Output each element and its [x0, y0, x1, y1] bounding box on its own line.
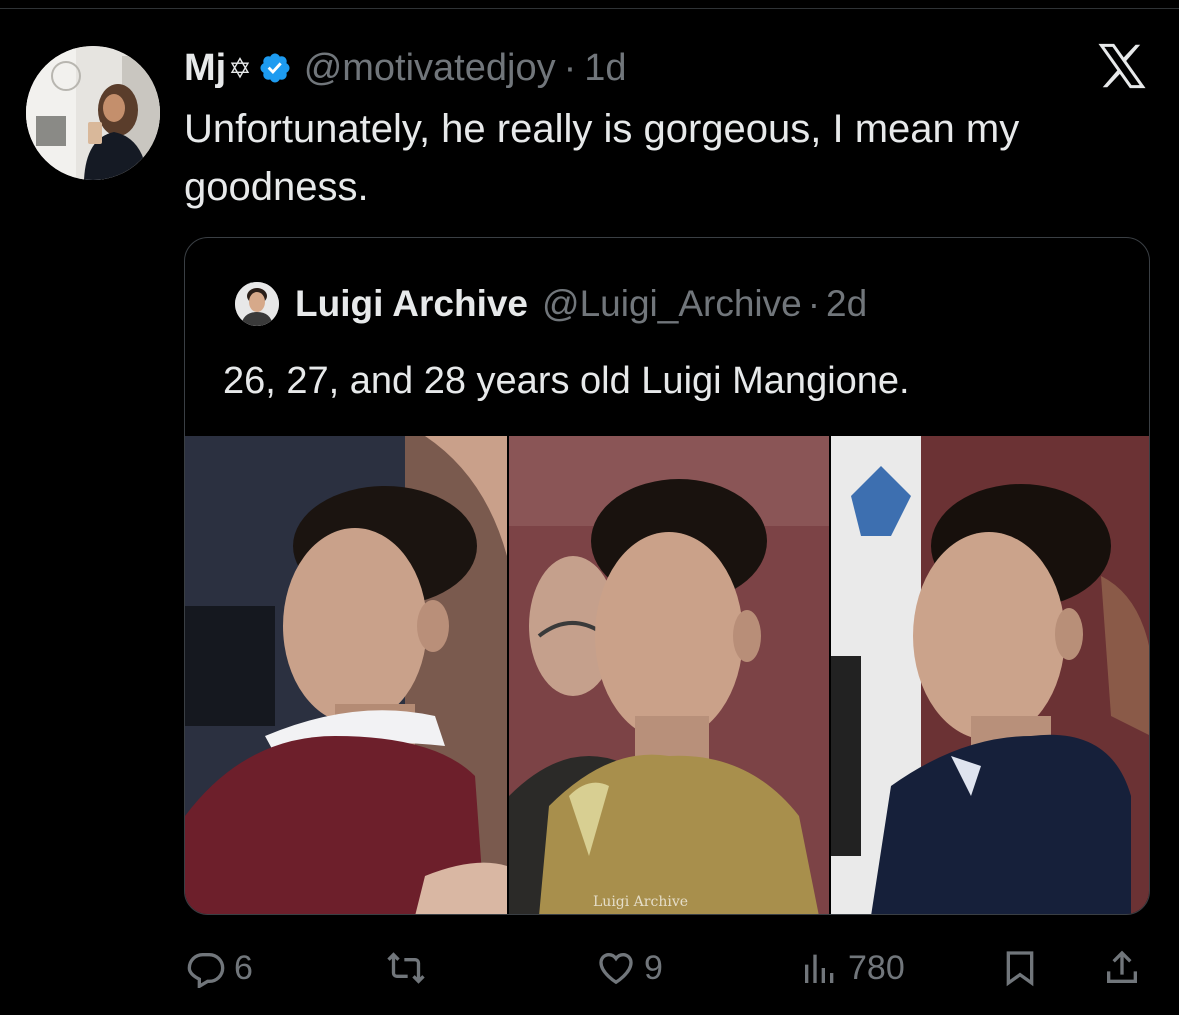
photo-3-image	[831, 436, 1149, 914]
top-divider	[0, 8, 1179, 9]
photo-watermark: Luigi Archive	[593, 894, 689, 910]
photo-3[interactable]	[831, 436, 1149, 914]
views-icon	[800, 948, 840, 988]
quoted-tweet-header: Luigi Archive @Luigi_Archive · 2d	[235, 282, 867, 326]
tweet-actions-bar: 6 9 780	[0, 940, 1179, 996]
like-button[interactable]: 9	[596, 940, 663, 996]
reply-count: 6	[234, 948, 253, 987]
author-handle[interactable]: @motivatedjoy	[304, 47, 556, 90]
tweet-header: Mj ✡ @motivatedjoy · 1d	[184, 42, 627, 94]
header-separator: ·	[563, 46, 577, 89]
tweet-screenshot: Mj ✡ @motivatedjoy · 1d Unfortunately, h…	[0, 0, 1179, 1015]
verified-badge-icon[interactable]	[258, 51, 292, 85]
bookmark-icon	[1000, 948, 1040, 988]
author-avatar-image	[26, 46, 160, 180]
reply-icon	[186, 948, 226, 988]
x-logo-icon	[1096, 40, 1148, 92]
quoted-tweet-timestamp[interactable]: 2d	[826, 283, 867, 325]
tweet-text: Unfortunately, he really is gorgeous, I …	[184, 107, 1020, 209]
retweet-icon	[386, 948, 426, 988]
share-icon	[1102, 948, 1142, 988]
author-avatar[interactable]	[26, 46, 160, 180]
author-display-name[interactable]: Mj	[184, 47, 226, 90]
quoted-tweet-card[interactable]: Luigi Archive @Luigi_Archive · 2d 26, 27…	[184, 237, 1150, 915]
bookmark-button[interactable]	[1000, 940, 1040, 996]
retweet-button[interactable]	[386, 940, 434, 996]
photo-1-image	[185, 436, 507, 914]
quoted-author-avatar[interactable]	[235, 282, 279, 326]
views-button[interactable]: 780	[800, 940, 905, 996]
quoted-tweet-text: 26, 27, and 28 years old Luigi Mangione.	[223, 360, 910, 402]
tweet-timestamp[interactable]: 1d	[584, 47, 626, 90]
heart-icon	[596, 948, 636, 988]
star-of-david-icon: ✡	[228, 52, 252, 84]
quoted-author-handle[interactable]: @Luigi_Archive	[542, 283, 802, 325]
quoted-header-separator: ·	[807, 283, 821, 324]
quoted-tweet-media[interactable]: Luigi Archive	[185, 436, 1149, 914]
quoted-author-display-name[interactable]: Luigi Archive	[295, 283, 528, 325]
quoted-author-avatar-image	[235, 282, 279, 326]
reply-button[interactable]: 6	[186, 940, 253, 996]
view-count: 780	[848, 948, 905, 987]
photo-1[interactable]	[185, 436, 507, 914]
photo-2[interactable]: Luigi Archive	[509, 436, 829, 914]
like-count: 9	[644, 948, 663, 987]
share-button[interactable]	[1102, 940, 1142, 996]
photo-2-image	[509, 436, 829, 914]
